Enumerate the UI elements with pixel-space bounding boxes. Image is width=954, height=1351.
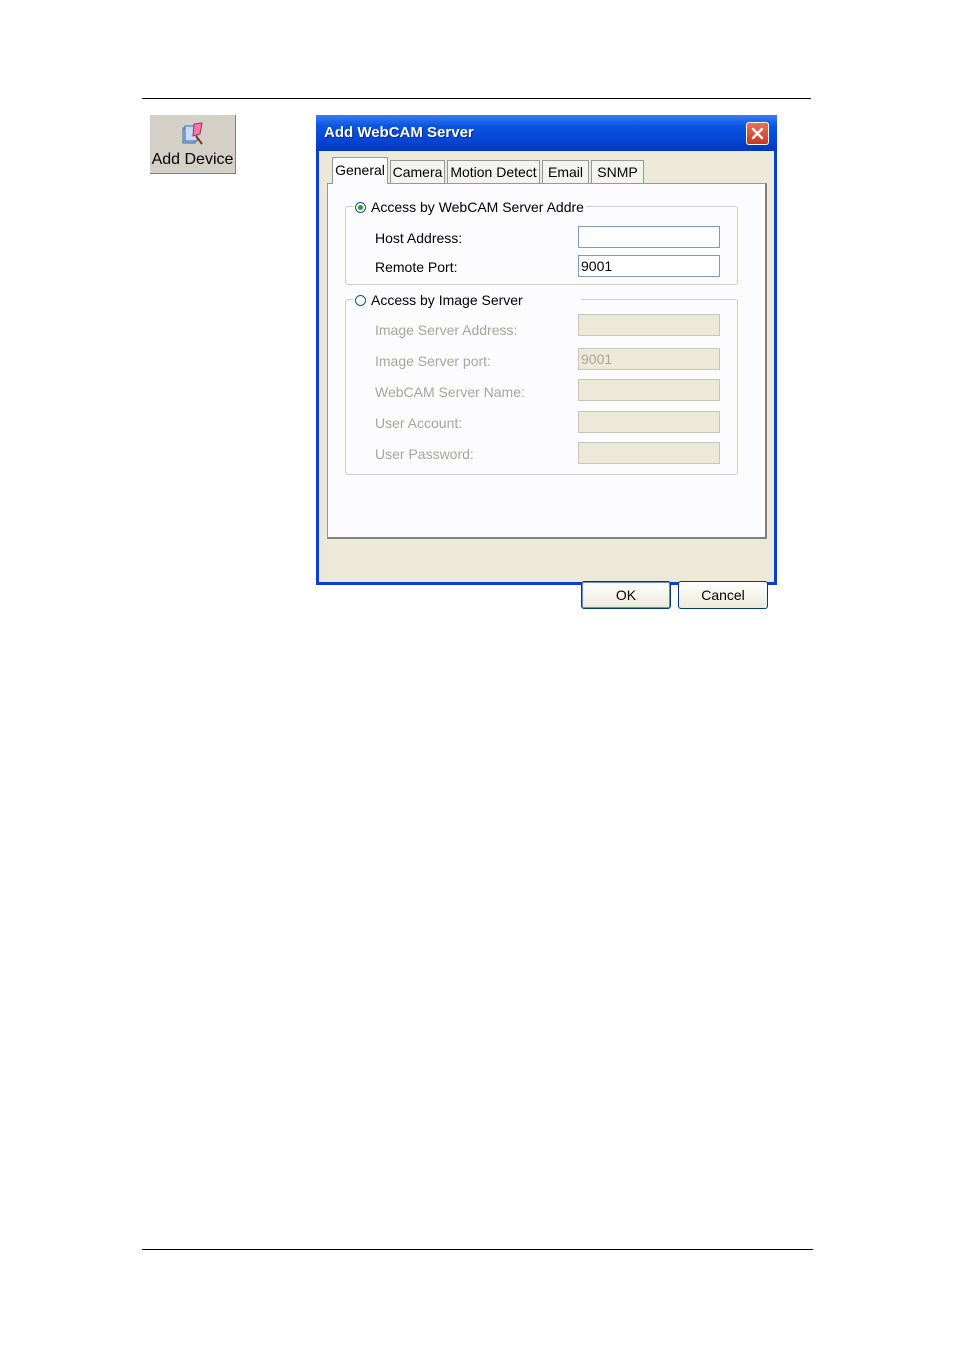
tab-motion-detect[interactable]: Motion Detect <box>447 160 540 183</box>
close-icon <box>751 127 764 140</box>
webcam-server-name-input <box>578 379 720 401</box>
radio-selected-icon <box>355 201 366 213</box>
user-account-input <box>578 411 720 433</box>
image-server-port-input <box>578 348 720 370</box>
image-server-address-label: Image Server Address: <box>375 322 518 338</box>
tab-general[interactable]: General <box>332 157 388 184</box>
tab-panel-general: Access by WebCAM Server Addre Host Addre… <box>327 183 767 539</box>
remote-port-label: Remote Port: <box>375 259 458 275</box>
add-webcam-server-dialog: Add WebCAM Server General Camera Motion … <box>316 115 777 609</box>
tab-camera[interactable]: Camera <box>390 160 445 183</box>
host-address-label: Host Address: <box>375 230 463 246</box>
close-button[interactable] <box>746 122 769 145</box>
top-divider <box>142 98 811 99</box>
title-bar[interactable]: Add WebCAM Server <box>316 115 777 151</box>
dialog-title: Add WebCAM Server <box>324 124 474 141</box>
image-server-port-label: Image Server port: <box>375 353 491 369</box>
webcam-server-name-label: WebCAM Server Name: <box>375 384 525 400</box>
bottom-divider <box>142 1249 813 1250</box>
dialog-client: General Camera Motion Detect Email SNMP … <box>319 151 774 609</box>
add-device-label: Add Device <box>151 151 234 168</box>
tab-snmp[interactable]: SNMP <box>591 160 644 183</box>
user-account-label: User Account: <box>375 415 463 431</box>
access-image-label: Access by Image Server <box>371 292 523 308</box>
add-device-button[interactable]: Add Device <box>150 115 236 174</box>
add-device-icon <box>182 122 203 145</box>
access-image-radio[interactable]: Access by Image Server <box>353 292 581 308</box>
user-password-label: User Password: <box>375 446 474 462</box>
image-server-address-input <box>578 314 720 336</box>
ok-button[interactable]: OK <box>581 581 671 609</box>
remote-port-input[interactable] <box>578 255 720 277</box>
access-webcam-radio[interactable]: Access by WebCAM Server Addre <box>353 199 586 215</box>
access-webcam-label: Access by WebCAM Server Addre <box>371 199 584 215</box>
host-address-input[interactable] <box>578 226 720 248</box>
tab-email[interactable]: Email <box>542 160 589 183</box>
radio-unselected-icon <box>355 294 366 306</box>
cancel-button[interactable]: Cancel <box>678 581 768 609</box>
user-password-input <box>578 442 720 464</box>
